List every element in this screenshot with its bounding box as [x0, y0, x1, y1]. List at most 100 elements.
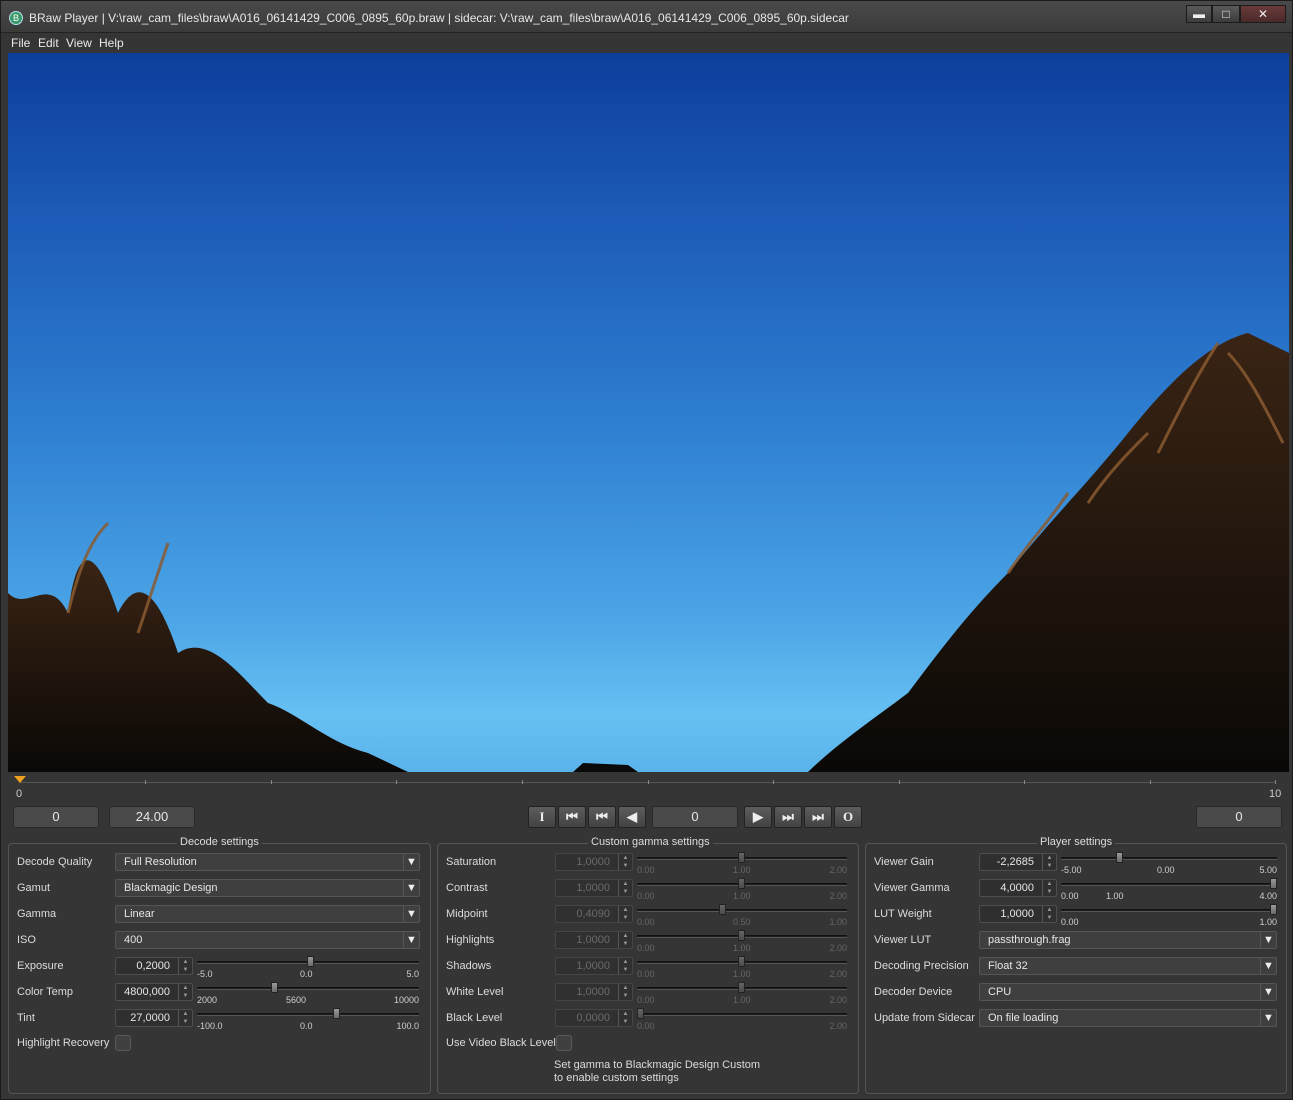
menu-help[interactable]: Help	[99, 36, 124, 50]
step-forward-button[interactable]: ⏭	[774, 806, 802, 828]
iso-combo[interactable]: 400 ▼	[115, 931, 420, 949]
menu-file[interactable]: File	[11, 36, 30, 50]
slider-handle[interactable]	[719, 904, 726, 915]
lut-weight-spinbox[interactable]: 1,0000 ▲ ▼	[979, 905, 1057, 923]
video-viewer[interactable]	[8, 53, 1289, 772]
tint-slider[interactable]: -100.0 0.0 100.0	[197, 1008, 419, 1034]
black-level-spinbox[interactable]: 0,0000 ▲ ▼	[555, 1009, 633, 1027]
slider-handle[interactable]	[1116, 852, 1123, 863]
decoder-device-combo[interactable]: CPU ▼	[979, 983, 1277, 1001]
slider-handle[interactable]	[333, 1008, 340, 1019]
shadows-spinbox[interactable]: 1,0000 ▲ ▼	[555, 957, 633, 975]
lut-weight-slider[interactable]: 0.00 1.00	[1061, 904, 1277, 930]
title-bar[interactable]: B BRaw Player | V:\raw_cam_files\braw\A0…	[1, 1, 1292, 33]
spin-up-icon[interactable]: ▲	[618, 932, 632, 940]
minimize-button[interactable]: ▬	[1186, 5, 1212, 23]
slider-handle[interactable]	[637, 1008, 644, 1019]
slider-handle[interactable]	[307, 956, 314, 967]
color-temp-spinbox[interactable]: 4800,000 ▲ ▼	[115, 983, 193, 1001]
slider-handle[interactable]	[1270, 878, 1277, 889]
dropdown-arrow-icon: ▼	[1260, 1010, 1276, 1026]
midpoint-spinbox[interactable]: 0,4090 ▲ ▼	[555, 905, 633, 923]
slider-handle[interactable]	[738, 956, 745, 967]
slider-mid-label: 1.00	[1106, 891, 1124, 901]
update-from-sidecar-combo[interactable]: On file loading ▼	[979, 1009, 1277, 1027]
color-temp-slider[interactable]: 2000 5600 10000	[197, 982, 419, 1008]
spin-down-icon[interactable]: ▼	[1042, 888, 1056, 896]
spin-up-icon[interactable]: ▲	[618, 854, 632, 862]
spin-up-icon[interactable]: ▲	[618, 906, 632, 914]
viewer-lut-combo[interactable]: passthrough.frag ▼	[979, 931, 1277, 949]
spin-down-icon[interactable]: ▼	[178, 1018, 192, 1026]
contrast-slider[interactable]: 0.00 1.00 2.00	[637, 878, 847, 904]
slider-handle[interactable]	[1270, 904, 1277, 915]
maximize-button[interactable]: □	[1212, 5, 1240, 23]
decoding-precision-combo[interactable]: Float 32 ▼	[979, 957, 1277, 975]
viewer-gamma-spinbox[interactable]: 4,0000 ▲ ▼	[979, 879, 1057, 897]
slider-handle[interactable]	[738, 930, 745, 941]
spin-down-icon[interactable]: ▼	[618, 940, 632, 948]
go-end-button[interactable]: ⏭	[804, 806, 832, 828]
mark-in-button[interactable]: I	[528, 806, 556, 828]
spin-up-icon[interactable]: ▲	[178, 984, 192, 992]
saturation-slider[interactable]: 0.00 1.00 2.00	[637, 852, 847, 878]
viewer-gain-spinbox[interactable]: -2,2685 ▲ ▼	[979, 853, 1057, 871]
highlights-spinbox[interactable]: 1,0000 ▲ ▼	[555, 931, 633, 949]
timeline[interactable]: 0 10	[8, 773, 1289, 801]
viewer-gamma-slider[interactable]: 0.00 1.00 4.00	[1061, 878, 1277, 904]
spin-down-icon[interactable]: ▼	[618, 914, 632, 922]
spin-up-icon[interactable]: ▲	[178, 1010, 192, 1018]
spin-up-icon[interactable]: ▲	[618, 958, 632, 966]
spin-down-icon[interactable]: ▼	[1042, 862, 1056, 870]
spin-down-icon[interactable]: ▼	[178, 966, 192, 974]
shadows-slider[interactable]: 0.00 1.00 2.00	[637, 956, 847, 982]
midpoint-slider[interactable]: 0.00 0.50 1.00	[637, 904, 847, 930]
fps-field[interactable]: 24.00	[109, 806, 195, 828]
out-frame-field[interactable]: 0	[1196, 806, 1282, 828]
spin-up-icon[interactable]: ▲	[178, 958, 192, 966]
menu-view[interactable]: View	[66, 36, 92, 50]
mark-out-button[interactable]: O	[834, 806, 862, 828]
use-video-black-checkbox[interactable]	[556, 1035, 572, 1051]
close-button[interactable]: ✕	[1240, 5, 1286, 23]
gamut-combo[interactable]: Blackmagic Design ▼	[115, 879, 420, 897]
exposure-slider[interactable]: -5.0 0.0 5.0	[197, 956, 419, 982]
white-level-spinbox[interactable]: 1,0000 ▲ ▼	[555, 983, 633, 1001]
spin-up-icon[interactable]: ▲	[1042, 880, 1056, 888]
spin-down-icon[interactable]: ▼	[618, 862, 632, 870]
black-level-slider[interactable]: 0.00 2.00	[637, 1008, 847, 1034]
saturation-spinbox[interactable]: 1,0000 ▲ ▼	[555, 853, 633, 871]
spin-down-icon[interactable]: ▼	[1042, 914, 1056, 922]
highlights-slider[interactable]: 0.00 1.00 2.00	[637, 930, 847, 956]
go-start-button[interactable]: ⏮	[558, 806, 586, 828]
menu-edit[interactable]: Edit	[38, 36, 59, 50]
slider-handle[interactable]	[738, 982, 745, 993]
tint-spinbox[interactable]: 27,0000 ▲ ▼	[115, 1009, 193, 1027]
play-reverse-button[interactable]: ◀	[618, 806, 646, 828]
playhead-marker[interactable]	[14, 776, 26, 783]
step-back-button[interactable]: ⏮	[588, 806, 616, 828]
spin-down-icon[interactable]: ▼	[618, 1018, 632, 1026]
current-frame-field[interactable]: 0	[652, 806, 738, 828]
exposure-spinbox[interactable]: 0,2000 ▲ ▼	[115, 957, 193, 975]
slider-handle[interactable]	[271, 982, 278, 993]
slider-handle[interactable]	[738, 852, 745, 863]
spin-up-icon[interactable]: ▲	[1042, 854, 1056, 862]
spin-down-icon[interactable]: ▼	[178, 992, 192, 1000]
play-button[interactable]: ▶	[744, 806, 772, 828]
spin-down-icon[interactable]: ▼	[618, 888, 632, 896]
viewer-gain-slider[interactable]: -5.00 0.00 5.00	[1061, 852, 1277, 878]
contrast-spinbox[interactable]: 1,0000 ▲ ▼	[555, 879, 633, 897]
spin-up-icon[interactable]: ▲	[618, 880, 632, 888]
highlight-recovery-checkbox[interactable]	[115, 1035, 131, 1051]
slider-handle[interactable]	[738, 878, 745, 889]
decode-quality-combo[interactable]: Full Resolution ▼	[115, 853, 420, 871]
spin-down-icon[interactable]: ▼	[618, 992, 632, 1000]
spin-down-icon[interactable]: ▼	[618, 966, 632, 974]
in-frame-field[interactable]: 0	[13, 806, 99, 828]
spin-up-icon[interactable]: ▲	[618, 1010, 632, 1018]
spin-up-icon[interactable]: ▲	[618, 984, 632, 992]
gamma-combo[interactable]: Linear ▼	[115, 905, 420, 923]
spin-up-icon[interactable]: ▲	[1042, 906, 1056, 914]
white-level-slider[interactable]: 0.00 1.00 2.00	[637, 982, 847, 1008]
